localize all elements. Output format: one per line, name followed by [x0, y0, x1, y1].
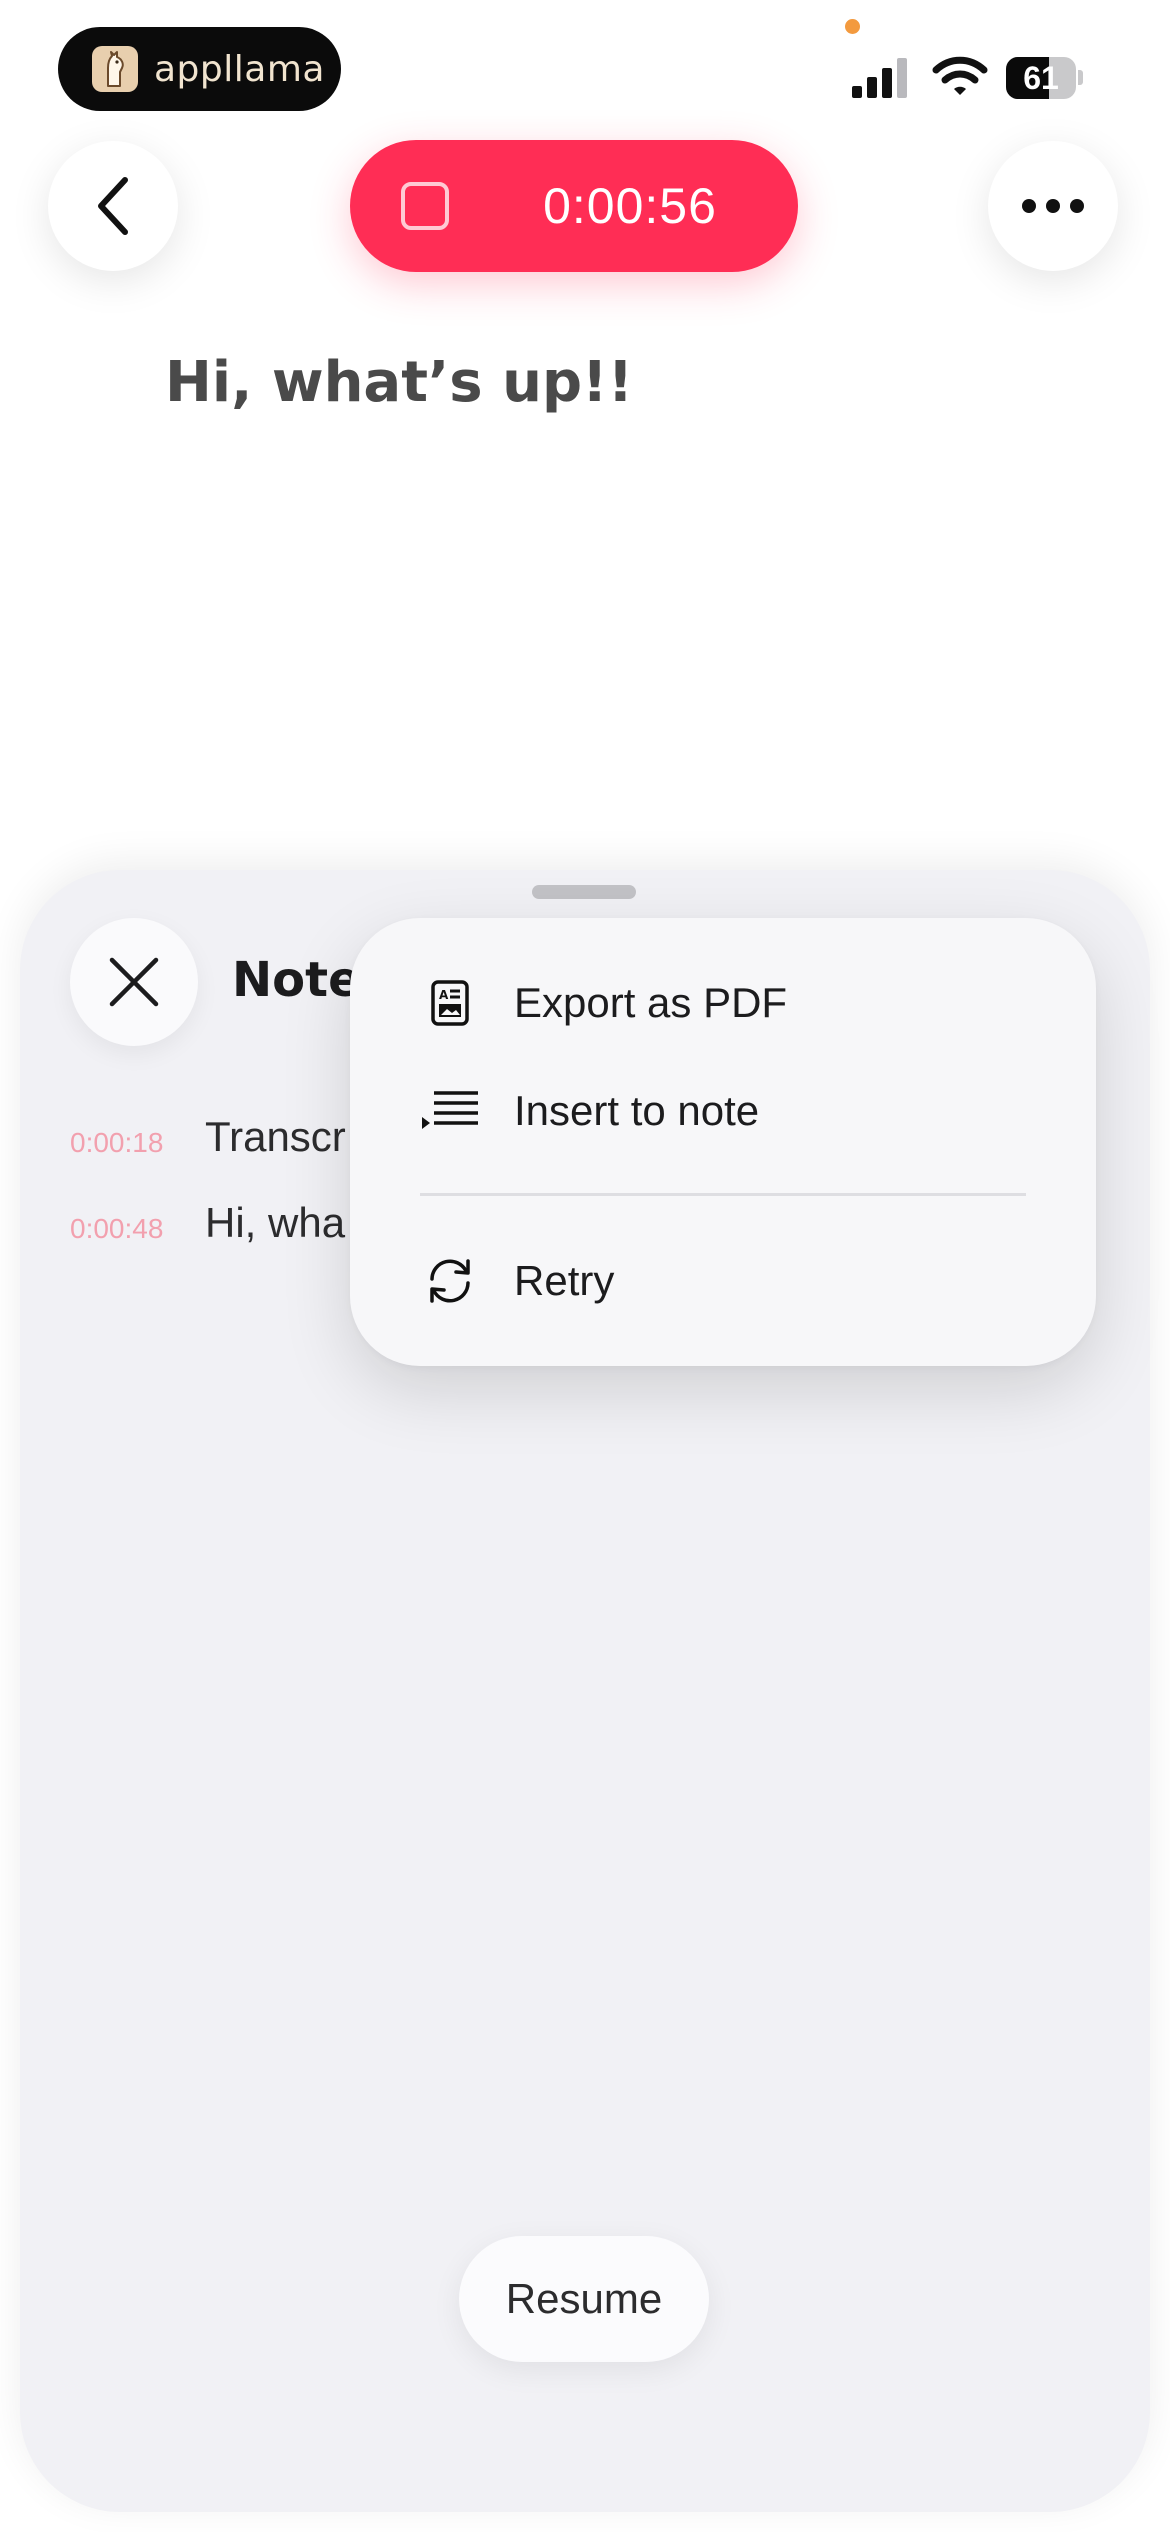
- wifi-icon: [932, 56, 988, 95]
- brand-name: appllama: [154, 48, 325, 90]
- stop-square-icon[interactable]: [401, 182, 449, 230]
- segment-text[interactable]: Transcr: [205, 1113, 346, 1161]
- retry-arrows-icon: [420, 1251, 480, 1311]
- menu-item-label: Export as PDF: [514, 979, 788, 1026]
- recording-indicator-dot: [845, 19, 860, 34]
- insert-lines-icon: [420, 1081, 480, 1141]
- back-button[interactable]: [48, 141, 178, 271]
- sheet-grabber[interactable]: [532, 885, 636, 899]
- document-pdf-icon: A: [420, 973, 480, 1033]
- chevron-left-icon: [98, 177, 128, 235]
- resume-button[interactable]: Resume: [459, 2236, 709, 2362]
- screen: appllama 61 0:00:56 Hi, what’s up!! Note…: [0, 0, 1170, 2532]
- app-brand-pill[interactable]: appllama: [58, 27, 341, 111]
- battery-level: 61: [1023, 60, 1059, 96]
- recording-timer: 0:00:56: [543, 178, 717, 234]
- svg-text:A: A: [439, 988, 449, 1002]
- note-title[interactable]: Hi, what’s up!!: [165, 350, 633, 415]
- menu-item-label: Insert to note: [514, 1087, 760, 1134]
- context-menu: A Export as PDF Insert to note Retry: [350, 918, 1096, 1366]
- menu-divider: [420, 1193, 1026, 1196]
- close-icon: [109, 957, 159, 1007]
- segment-timestamp[interactable]: 0:00:48: [70, 1213, 163, 1245]
- ellipsis-icon: [1022, 199, 1084, 213]
- segment-text[interactable]: Hi, wha: [205, 1199, 345, 1247]
- close-sheet-button[interactable]: [70, 918, 198, 1046]
- battery-icon: 61: [1006, 57, 1083, 99]
- more-options-button[interactable]: [988, 141, 1118, 271]
- menu-item-retry[interactable]: Retry: [350, 1231, 1096, 1331]
- menu-item-label: Retry: [514, 1257, 615, 1304]
- cellular-signal-icon: [852, 58, 907, 98]
- segment-timestamp[interactable]: 0:00:18: [70, 1127, 163, 1159]
- llama-logo-icon: [92, 46, 138, 92]
- recording-timer-button[interactable]: 0:00:56: [350, 140, 798, 272]
- menu-item-insert-to-note[interactable]: Insert to note: [350, 1061, 1096, 1161]
- menu-item-export-pdf[interactable]: A Export as PDF: [350, 953, 1096, 1053]
